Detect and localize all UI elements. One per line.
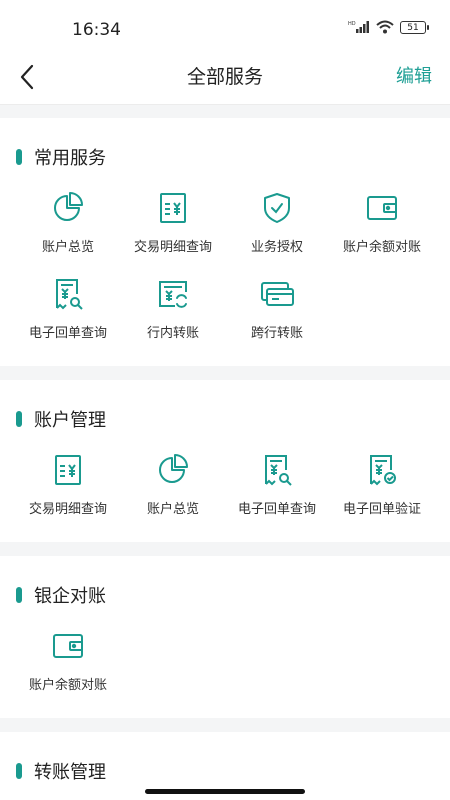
section-title: 银企对账 [16,582,106,608]
service-item[interactable]: 账户余额对账 [12,628,124,714]
card-icon [261,282,294,306]
receipt-search-icon [56,279,83,310]
service-item[interactable]: 交易明细查询 [117,190,229,276]
yuan-doc-icon [160,193,186,223]
section-bank-reconciliation: 银企对账 账户余额对账 [0,556,450,718]
service-label: 电子回单查询 [237,502,316,517]
section-title-text: 转账管理 [34,762,106,783]
service-label: 交易明细查询 [28,502,107,517]
nav-bar: 全部服务 编辑 [0,58,450,105]
service-label: 账户余额对账 [28,678,107,693]
service-item[interactable]: 交易明细查询 [12,452,124,538]
section-marker [16,411,22,427]
section-title-text: 账户管理 [34,410,106,431]
service-item[interactable]: 电子回单查询 [221,452,333,538]
service-item[interactable]: 账户总览 [12,190,124,276]
battery-icon: 51 [400,20,429,34]
edit-button[interactable]: 编辑 [396,62,432,88]
service-label: 交易明细查询 [133,240,212,255]
page-title: 全部服务 [186,66,263,88]
pie-chart-icon [159,454,188,483]
home-indicator[interactable] [145,789,305,794]
wallet-icon [53,634,83,658]
wifi-icon [376,20,394,34]
service-label: 行内转账 [146,326,199,341]
service-label: 跨行转账 [250,326,303,341]
receipt-verify-icon [370,455,396,486]
service-label: 电子回单查询 [28,326,107,341]
service-label: 账户总览 [146,502,199,517]
transfer-icon [159,281,187,308]
section-marker [16,763,22,779]
service-label: 账户余额对账 [342,240,421,255]
section-title: 常用服务 [16,144,106,170]
service-item[interactable]: 跨行转账 [221,276,333,362]
section-title-text: 银企对账 [34,586,106,607]
section-account-management: 账户管理 交易明细查询 账户总览 电子回单查询 电子回单验证 [0,380,450,542]
section-title: 账户管理 [16,406,106,432]
wallet-icon [367,196,397,220]
section-marker [16,149,22,165]
service-item[interactable]: 账户余额对账 [326,190,438,276]
status-bar: 16:34 HD 51 [0,0,450,58]
shield-check-icon [264,193,290,223]
section-title: 转账管理 [16,758,106,784]
service-item[interactable]: 业务授权 [221,190,333,276]
service-item[interactable]: 电子回单查询 [12,276,124,362]
receipt-search-icon [265,455,292,486]
service-item[interactable]: 账户总览 [117,452,229,538]
service-item[interactable]: 电子回单验证 [326,452,438,538]
service-label: 业务授权 [250,240,303,255]
service-label: 账户总览 [41,240,94,255]
service-item[interactable]: 行内转账 [117,276,229,362]
section-title-text: 常用服务 [34,148,106,169]
signal-icon: HD [348,21,369,33]
section-common-services: 常用服务 账户总览 交易明细查询 业务授权 账户余额对账 电子回单查询 行内转账… [0,118,450,366]
network-label: HD [348,21,356,27]
status-time: 16:34 [72,20,121,40]
yuan-doc-icon [55,455,81,485]
section-marker [16,587,22,603]
pie-chart-icon [54,192,83,221]
service-label: 电子回单验证 [342,502,421,517]
status-icons: HD 51 [348,20,429,34]
